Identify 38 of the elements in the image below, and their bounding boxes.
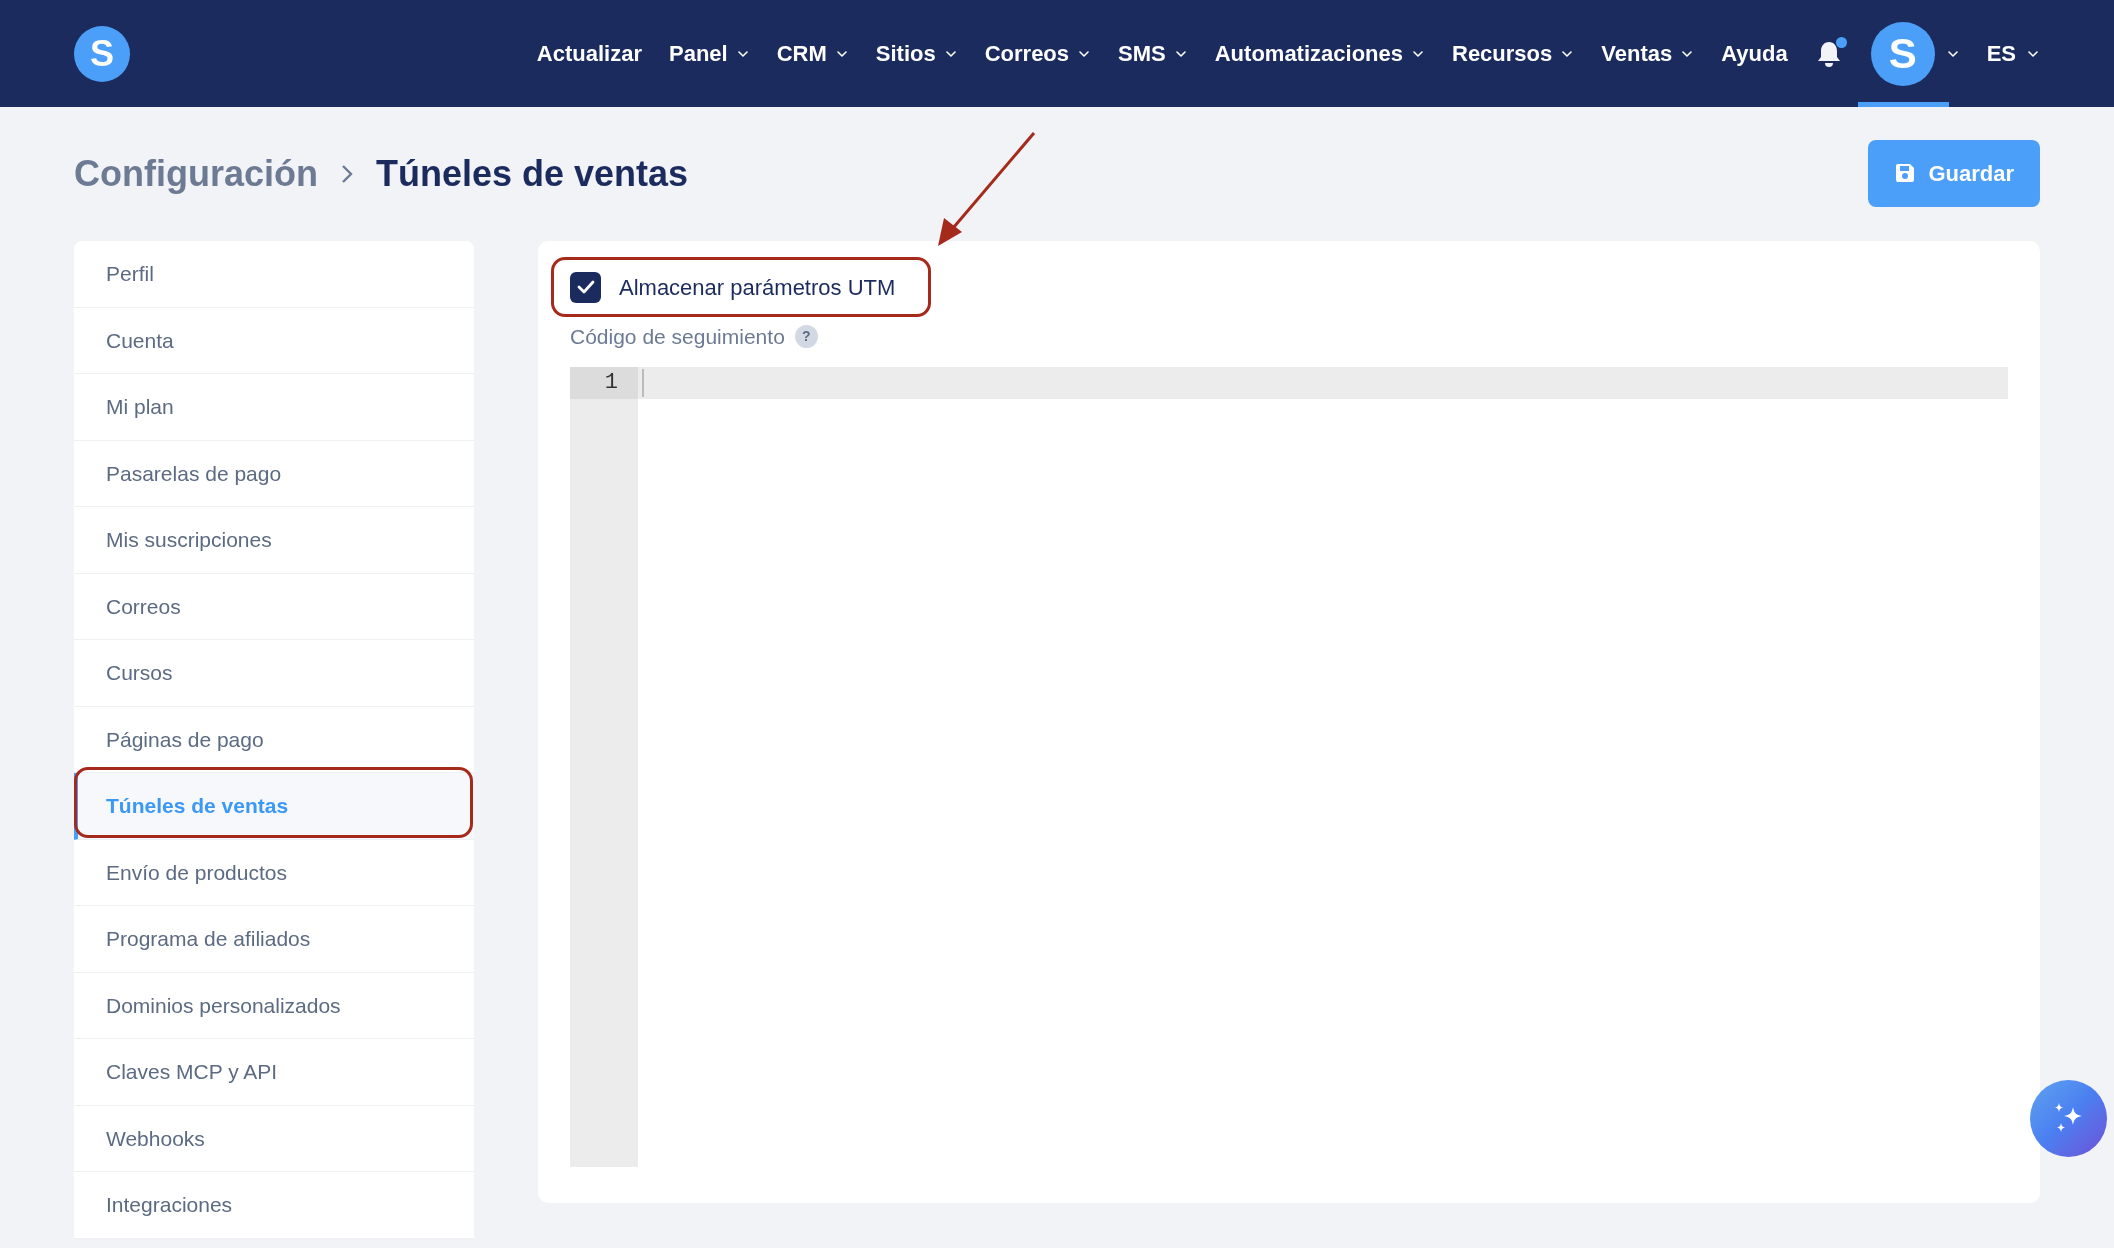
- checkmark-icon: [576, 280, 595, 294]
- save-button[interactable]: Guardar: [1868, 139, 2040, 207]
- sidebar-item[interactable]: Integraciones: [74, 1172, 474, 1239]
- checkbox[interactable]: [570, 271, 601, 303]
- nav-menu-item[interactable]: Sitios: [875, 37, 958, 70]
- sidebar-item[interactable]: Túneles de ventas: [74, 773, 474, 840]
- text-cursor: [642, 368, 644, 397]
- breadcrumb-link[interactable]: Configuración: [74, 147, 318, 201]
- sidebar-item[interactable]: Programa de afiliados: [74, 906, 474, 973]
- user-avatar[interactable]: S: [1870, 21, 1935, 86]
- sidebar-item[interactable]: Correos: [74, 573, 474, 640]
- language-selector[interactable]: ES: [1986, 37, 2040, 70]
- line-number: 1: [570, 366, 638, 399]
- help-icon[interactable]: ?: [794, 325, 818, 349]
- nav-menu-item[interactable]: Panel: [668, 37, 750, 70]
- nav-menu-item[interactable]: Ayuda: [1721, 37, 1788, 70]
- nav-menu-item[interactable]: Recursos: [1452, 37, 1575, 70]
- nav-menu-item[interactable]: CRM: [776, 37, 849, 70]
- sidebar-item[interactable]: Claves MCP y API: [74, 1039, 474, 1106]
- logo[interactable]: S: [74, 25, 130, 82]
- page-title: Túneles de ventas: [376, 152, 689, 196]
- nav-menu-item[interactable]: SMS: [1118, 37, 1188, 70]
- sidebar-item[interactable]: Mis suscripciones: [74, 507, 474, 574]
- nav-menu-item[interactable]: Ventas: [1601, 37, 1695, 70]
- checkbox-label: Almacenar parámetros UTM: [619, 273, 896, 302]
- sidebar-item[interactable]: Cuenta: [74, 307, 474, 374]
- code-editor[interactable]: 1: [570, 366, 2008, 1167]
- sidebar-item[interactable]: Envío de productos: [74, 839, 474, 906]
- sidebar-item[interactable]: Dominios personalizados: [74, 972, 474, 1039]
- nav-menu-item[interactable]: Actualizar: [536, 37, 642, 70]
- sidebar-item[interactable]: Perfil: [74, 241, 474, 308]
- sidebar-item[interactable]: Cursos: [74, 640, 474, 707]
- nav-menu-item[interactable]: Correos: [984, 37, 1092, 70]
- field-label: Código de seguimiento: [570, 324, 785, 350]
- sidebar-item[interactable]: Mi plan: [74, 374, 474, 441]
- sidebar-item[interactable]: Pasarelas de pago: [74, 440, 474, 507]
- sidebar-item[interactable]: Webhooks: [74, 1105, 474, 1172]
- nav-menu-item[interactable]: Automatizaciones: [1214, 37, 1425, 70]
